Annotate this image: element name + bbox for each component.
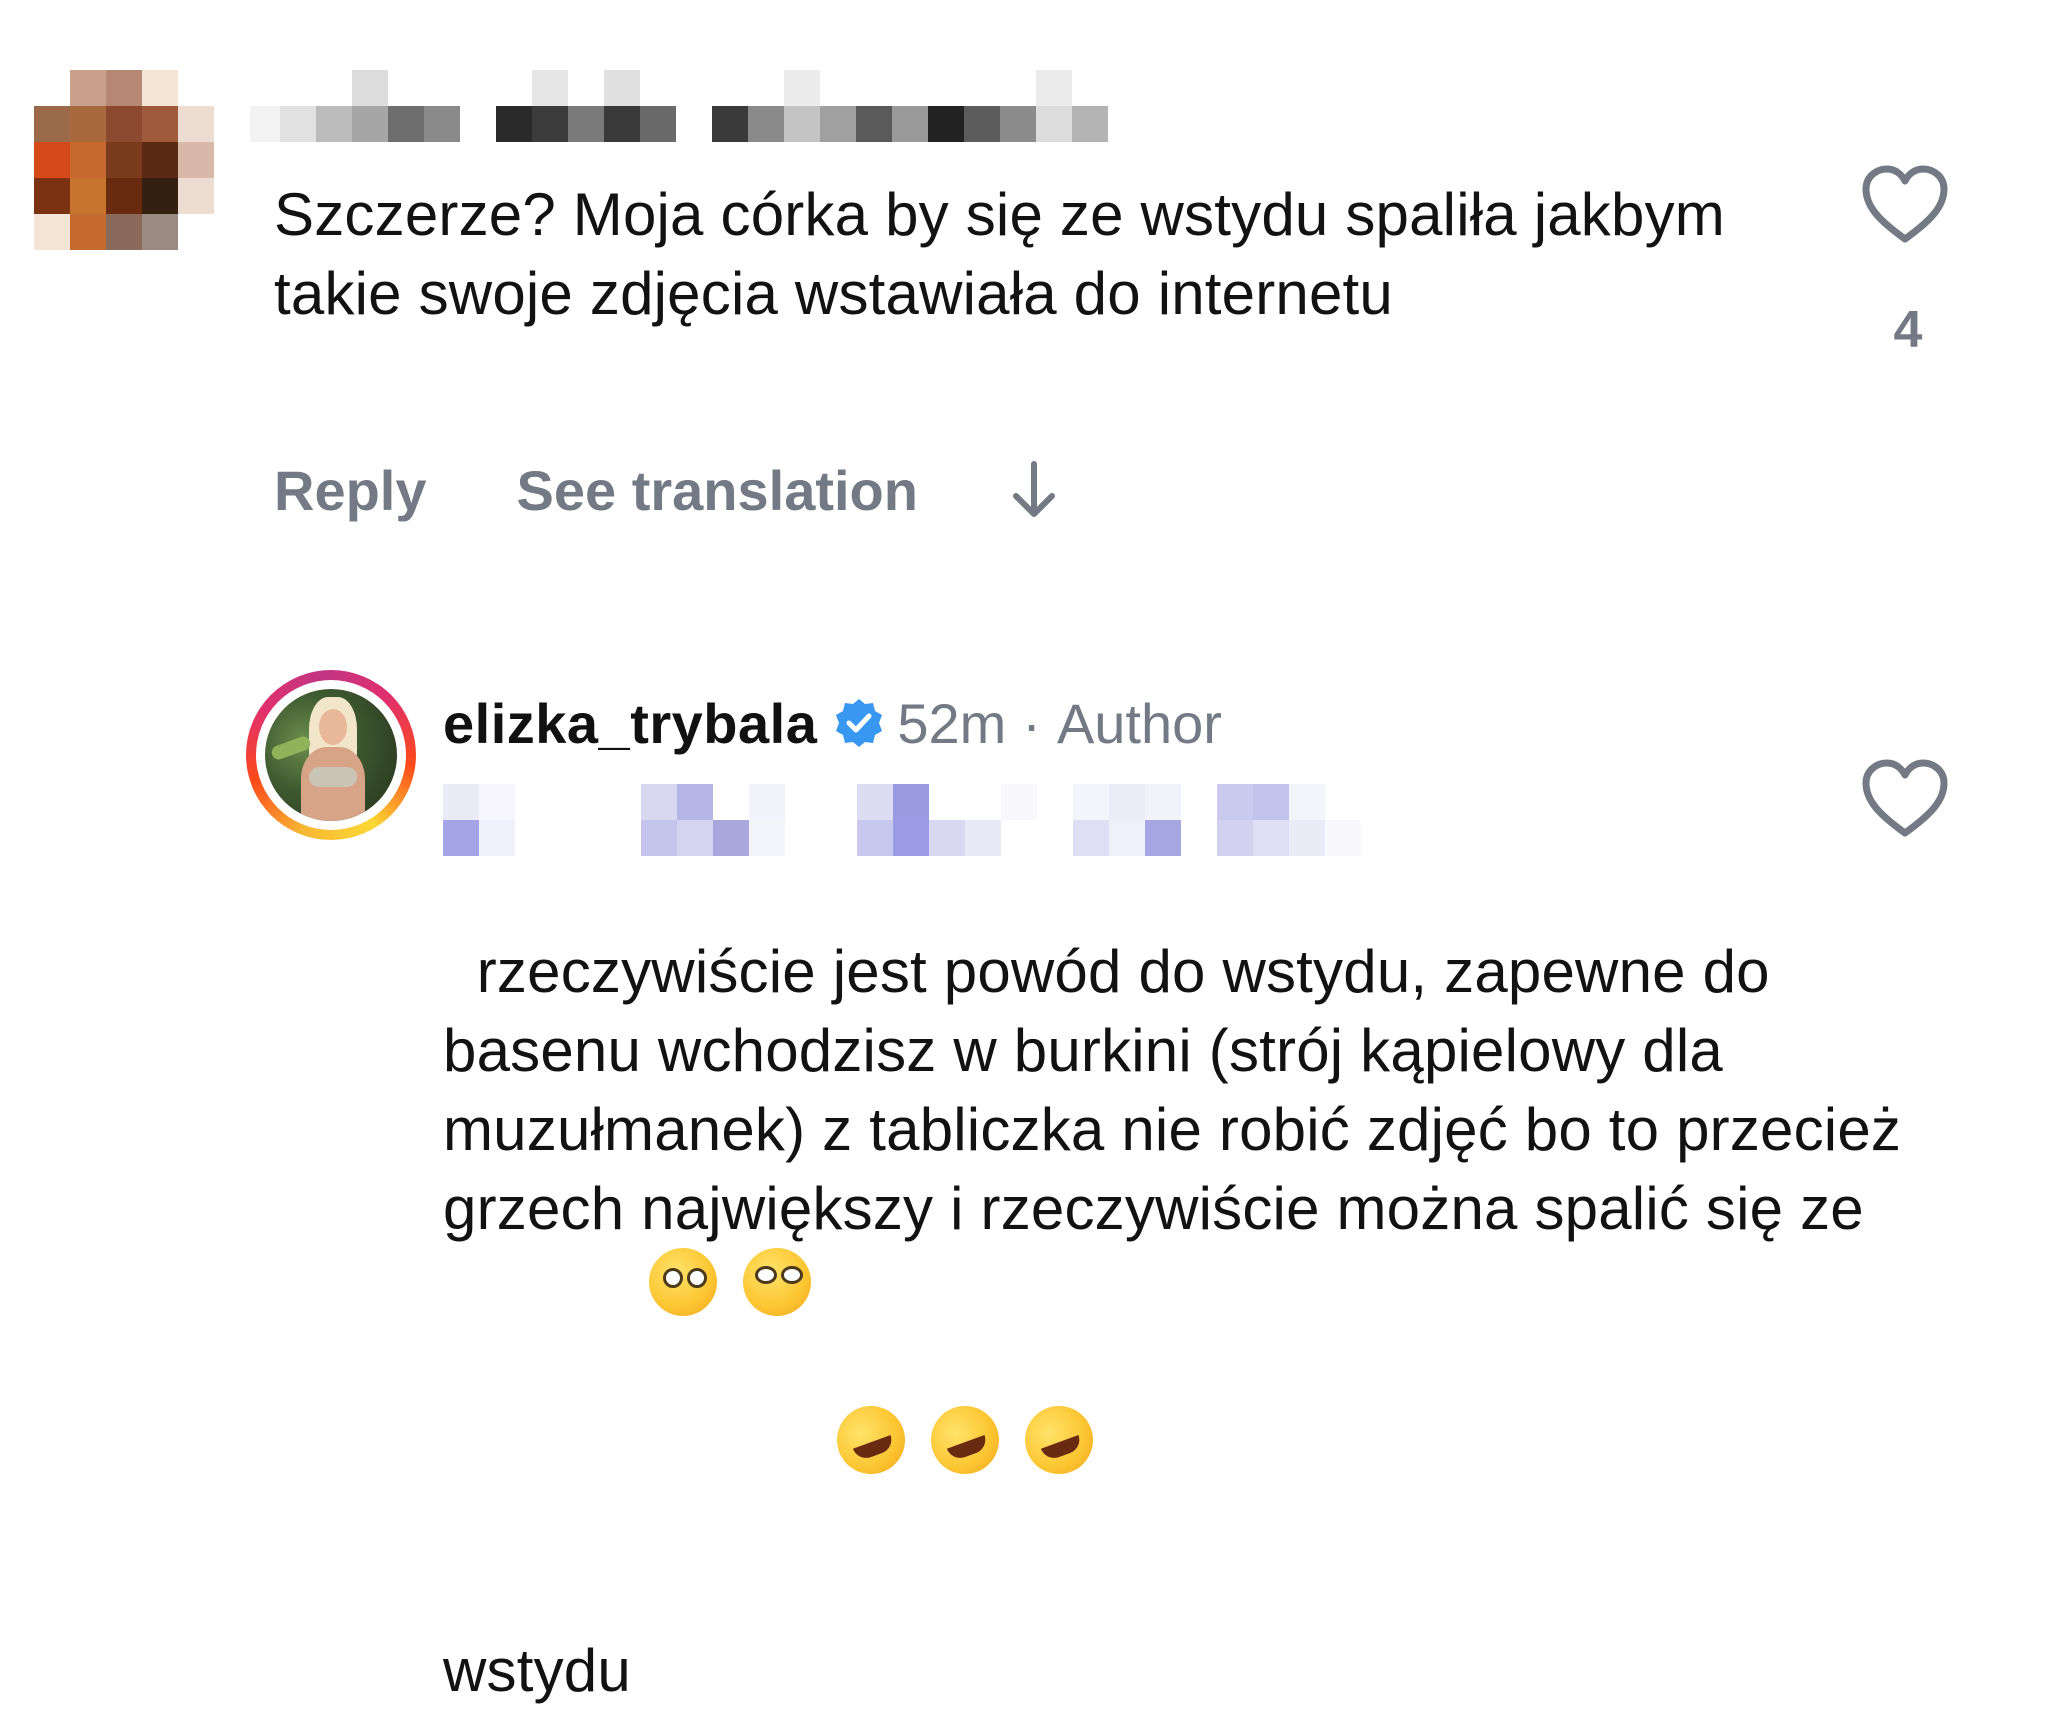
comment-text: Szczerze? Moja córka by się ze wstydu sp… [274,181,1742,327]
reply-body: rzeczywiście jest powód do wstydu, zapew… [443,938,1918,1704]
author-avatar[interactable] [265,689,397,821]
reply-header: elizka_trybala 52m · Author [443,683,1222,763]
reply-text: rzeczywiście jest powód do wstydu, zapew… [443,853,1943,1710]
redacted-mention[interactable] [443,784,1383,856]
emoji-row [631,1248,1103,1704]
verified-badge-icon [836,699,883,747]
reply-button[interactable]: Reply [274,458,427,523]
arrow-down-icon[interactable] [1010,458,1058,522]
comment-actions: Reply See translation [274,455,1058,525]
redacted-username[interactable] [250,70,1150,142]
rofl-emoji [1015,1396,1103,1484]
commenter-avatar-pixelated[interactable] [34,70,250,250]
rofl-emoji [827,1396,915,1484]
like-count: 4 [1893,301,1923,359]
see-translation-button[interactable]: See translation [517,458,918,523]
flushed-face-emoji [648,1248,717,1316]
author-username[interactable]: elizka_trybala [443,691,817,756]
rofl-emoji [921,1396,1009,1484]
meta-separator: · [1022,691,1041,755]
reply-time: 52m [897,691,1007,755]
author-label: Author [1056,691,1222,755]
rolling-eyes-emoji [742,1248,811,1316]
heart-icon[interactable] [1860,757,1950,839]
heart-icon[interactable] [1860,163,1950,245]
